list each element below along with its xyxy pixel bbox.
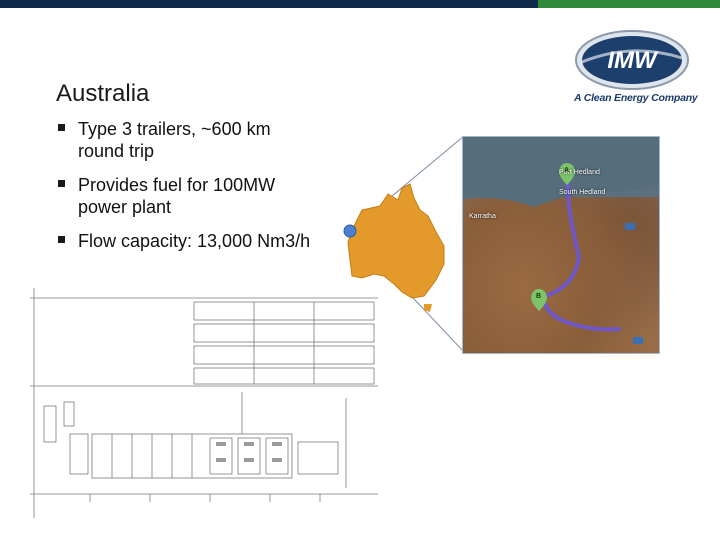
logo-wordmark: IMW [607,47,659,74]
map-label-karratha: Karratha [469,213,496,220]
bullet-text: Flow capacity: 13,000 Nm3/h [78,231,311,251]
top-bar-green-segment [538,0,720,8]
bullet-square-icon [58,236,65,243]
map-label-south-hedland: South Hedland [559,189,606,196]
top-accent-bar [0,0,720,8]
bullet-item: Type 3 trailers, ~600 km round trip [58,118,318,162]
marker-b-label: B [536,293,542,300]
top-bar-navy-segment [0,0,538,8]
marker-a-label: A [564,167,570,174]
bullet-list: Type 3 trailers, ~600 km round trip Prov… [58,118,318,252]
bullet-text: Provides fuel for 100MW power plant [78,175,276,217]
logo-tagline: A Clean Energy Company [574,92,698,104]
bullet-square-icon [58,180,65,187]
satellite-map[interactable]: Port Hedland South Hedland Karratha A B [462,136,660,354]
bullet-item: Provides fuel for 100MW power plant [58,174,318,218]
site-layout-drawing [30,288,378,518]
slide-title: Australia [56,80,150,107]
bullet-text: Type 3 trailers, ~600 km round trip [78,119,271,161]
location-dot-icon [343,224,357,238]
bullet-square-icon [58,124,65,131]
bullet-item: Flow capacity: 13,000 Nm3/h [58,230,318,252]
